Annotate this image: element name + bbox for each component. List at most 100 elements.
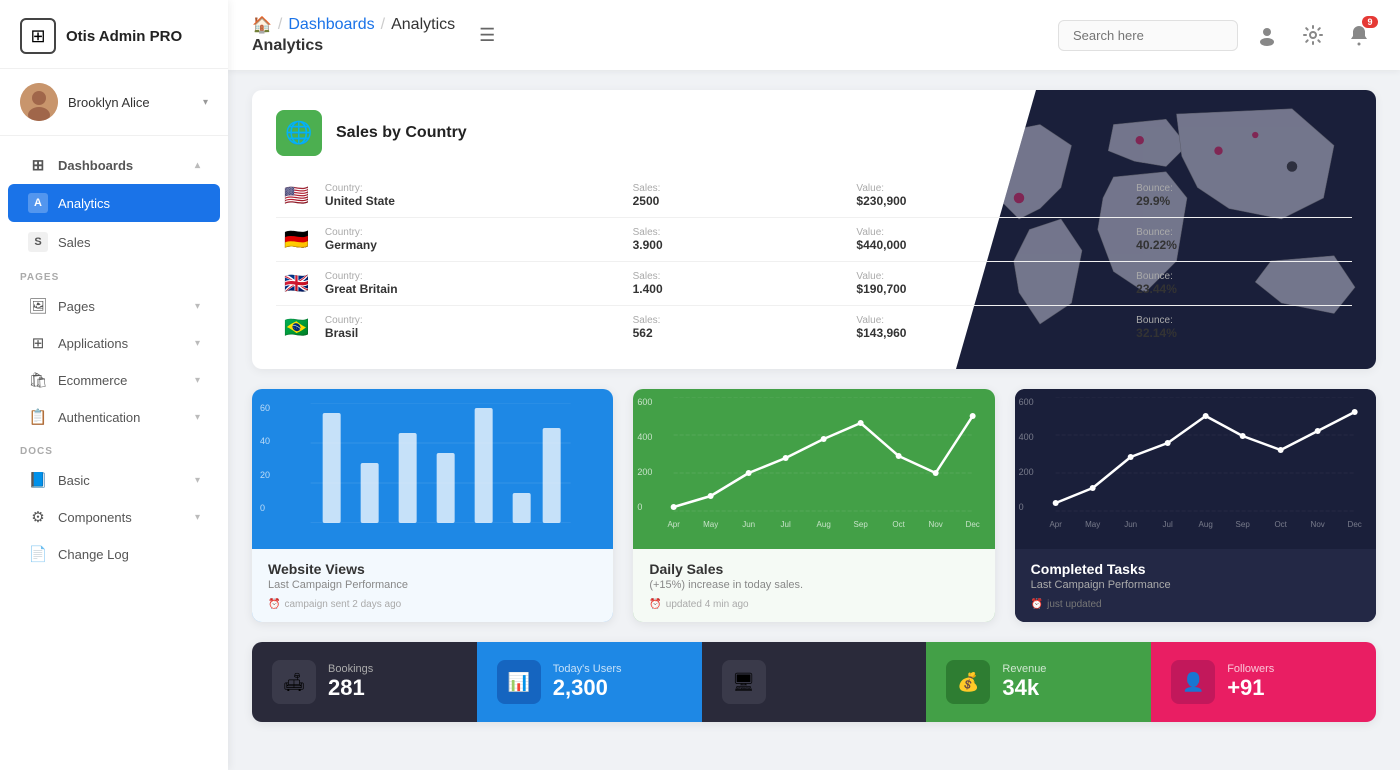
- daily-sales-subtitle: (+15%) increase in today sales.: [649, 579, 978, 591]
- website-views-title: Website Views: [268, 561, 597, 577]
- svg-text:Apr: Apr: [668, 520, 681, 529]
- sidebar-item-label: Applications: [58, 336, 185, 351]
- website-views-subtitle: Last Campaign Performance: [268, 579, 597, 591]
- settings-button[interactable]: [1296, 18, 1330, 52]
- topbar: 🏠 / Dashboards / Analytics Analytics ☰: [228, 0, 1400, 70]
- logo-icon: ⊞: [20, 18, 56, 54]
- sidebar-item-components[interactable]: ⚙ Components ▾: [8, 499, 220, 535]
- components-icon: ⚙: [28, 508, 48, 526]
- stat-bookings: 🛋 Bookings 281: [252, 642, 477, 722]
- avatar: [20, 83, 58, 121]
- svg-text:Nov: Nov: [929, 520, 943, 529]
- table-row: 🇩🇪 Country: Germany Sales: 3.900 Value: …: [276, 218, 1352, 262]
- card-title: Sales by Country: [336, 124, 467, 142]
- sidebar-item-sales[interactable]: S Sales: [8, 223, 220, 261]
- sidebar-item-pages[interactable]: 🖼 Pages ▾: [8, 288, 220, 324]
- bookings-icon: 🛋: [272, 660, 316, 704]
- website-views-card: 60 40 20 0: [252, 389, 613, 622]
- basic-icon: 📘: [28, 471, 48, 489]
- sidebar-item-ecommerce[interactable]: 🛍 Ecommerce ▾: [8, 362, 220, 398]
- sidebar-item-basic[interactable]: 📘 Basic ▾: [8, 462, 220, 498]
- breadcrumb-dashboards[interactable]: Dashboards: [288, 16, 374, 34]
- sidebar-item-changelog[interactable]: 📄 Change Log: [8, 536, 220, 572]
- card-header: 🌐 Sales by Country: [276, 110, 1352, 156]
- table-row: 🇺🇸 Country: United State Sales: 2500 Val…: [276, 174, 1352, 218]
- users-icon: 📊: [497, 660, 541, 704]
- svg-text:Aug: Aug: [817, 520, 831, 529]
- chevron-down-icon: ▾: [203, 97, 208, 108]
- charts-row: 60 40 20 0: [252, 389, 1376, 622]
- daily-sales-card: 600 400 200 0: [633, 389, 994, 622]
- chevron-down-icon: ▾: [195, 412, 200, 423]
- logo-text: Otis Admin PRO: [66, 28, 182, 45]
- revenue-value: 34k: [1002, 675, 1046, 701]
- bookings-value: 281: [328, 675, 373, 701]
- svg-text:Sep: Sep: [1235, 520, 1250, 529]
- completed-tasks-subtitle: Last Campaign Performance: [1031, 579, 1360, 591]
- website-views-footer: Website Views Last Campaign Performance …: [252, 549, 613, 622]
- sidebar-item-label: Authentication: [58, 410, 185, 425]
- sidebar-user[interactable]: Brooklyn Alice ▾: [0, 69, 228, 136]
- dashboard-icon: ⊞: [28, 156, 48, 174]
- pages-icon: 🖼: [28, 297, 48, 315]
- sidebar-item-dashboards[interactable]: ⊞ Dashboards ▴: [8, 147, 220, 183]
- completed-tasks-footer: Completed Tasks Last Campaign Performanc…: [1015, 549, 1376, 622]
- applications-icon: ⊞: [28, 334, 48, 352]
- daily-sales-chart-svg: Apr May Jun Jul Aug Sep Oct Nov Dec: [661, 397, 986, 532]
- svg-text:Aug: Aug: [1198, 520, 1212, 529]
- sidebar-item-label: Analytics: [58, 196, 200, 211]
- table-row: 🇧🇷 Country: Brasil Sales: 562 Value: $14…: [276, 306, 1352, 350]
- country-table: 🇺🇸 Country: United State Sales: 2500 Val…: [276, 174, 1352, 349]
- chevron-down-icon: ▾: [195, 475, 200, 486]
- sales-table-section: 🌐 Sales by Country 🇺🇸 Country: United St…: [252, 90, 1376, 369]
- user-profile-button[interactable]: [1250, 18, 1284, 52]
- stat-users: 📊 Today's Users 2,300: [477, 642, 702, 722]
- sidebar-item-authentication[interactable]: 📋 Authentication ▾: [8, 399, 220, 435]
- chevron-up-icon: ▴: [195, 160, 200, 171]
- menu-toggle-icon[interactable]: ☰: [471, 25, 503, 46]
- sidebar-item-label: Dashboards: [58, 158, 185, 173]
- sales-letter: S: [28, 232, 48, 252]
- website-views-meta: ⏰ campaign sent 2 days ago: [268, 599, 597, 610]
- sidebar-item-label: Sales: [58, 235, 200, 250]
- followers-label: Followers: [1227, 663, 1274, 675]
- notification-badge: 9: [1362, 16, 1378, 28]
- stat-store: 🖥: [702, 642, 927, 722]
- breadcrumb: 🏠 / Dashboards / Analytics Analytics: [252, 15, 455, 55]
- sidebar: ⊞ Otis Admin PRO Brooklyn Alice ▾ ⊞ Dash…: [0, 0, 228, 770]
- sidebar-item-label: Components: [58, 510, 185, 525]
- user-name: Brooklyn Alice: [68, 95, 193, 110]
- home-icon: 🏠: [252, 15, 272, 35]
- topbar-actions: 9: [1058, 18, 1376, 52]
- svg-text:Dec: Dec: [966, 520, 980, 529]
- users-value: 2,300: [553, 675, 622, 701]
- sidebar-item-label: Change Log: [58, 547, 200, 562]
- auth-icon: 📋: [28, 408, 48, 426]
- svg-text:Nov: Nov: [1310, 520, 1324, 529]
- completed-tasks-meta: ⏰ just updated: [1031, 599, 1360, 610]
- revenue-label: Revenue: [1002, 663, 1046, 675]
- table-row: 🇬🇧 Country: Great Britain Sales: 1.400 V…: [276, 262, 1352, 306]
- docs-section-label: DOCS: [0, 436, 228, 461]
- svg-text:Dec: Dec: [1347, 520, 1361, 529]
- main-content: 🏠 / Dashboards / Analytics Analytics ☰: [228, 0, 1400, 770]
- sidebar-item-applications[interactable]: ⊞ Applications ▾: [8, 325, 220, 361]
- notification-button[interactable]: 9: [1342, 18, 1376, 52]
- sidebar-nav: ⊞ Dashboards ▴ A Analytics S Sales PAGES…: [0, 136, 228, 770]
- svg-text:Apr: Apr: [1049, 520, 1062, 529]
- sidebar-item-analytics[interactable]: A Analytics: [8, 184, 220, 222]
- svg-text:Oct: Oct: [1274, 520, 1287, 529]
- svg-text:Oct: Oct: [893, 520, 906, 529]
- svg-text:Jun: Jun: [743, 520, 756, 529]
- pages-section-label: PAGES: [0, 262, 228, 287]
- chevron-down-icon: ▾: [195, 512, 200, 523]
- search-input[interactable]: [1058, 20, 1238, 51]
- ecommerce-icon: 🛍: [28, 371, 48, 389]
- content-area: 🌐 Sales by Country 🇺🇸 Country: United St…: [228, 70, 1400, 770]
- followers-value: +91: [1227, 675, 1274, 701]
- bar-chart-svg: M T W T F S S: [282, 403, 599, 523]
- analytics-letter: A: [28, 193, 48, 213]
- chevron-down-icon: ▾: [195, 375, 200, 386]
- stat-followers: 👤 Followers +91: [1151, 642, 1376, 722]
- completed-tasks-card: 600 400 200 0: [1015, 389, 1376, 622]
